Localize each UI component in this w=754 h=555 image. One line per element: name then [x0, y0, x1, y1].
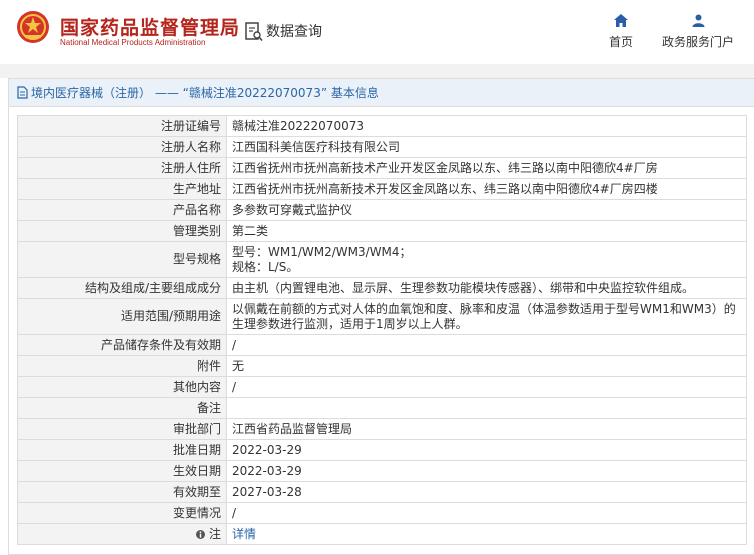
- user-icon: [692, 14, 704, 27]
- table-row: 注册人住所 江西省抚州市抚州高新技术产业开发区金凤路以东、纬三路以南中阳德欣4#…: [17, 157, 747, 179]
- row-label: 注册人名称: [17, 136, 227, 158]
- table-row: 其他内容 /: [17, 376, 747, 398]
- row-label: 型号规格: [17, 241, 227, 278]
- row-label: 注: [208, 526, 221, 541]
- table-row: 管理类别 第二类: [17, 220, 747, 242]
- table-row: 审批部门 江西省药品监督管理局: [17, 418, 747, 440]
- header-separator: [0, 64, 754, 78]
- row-label: 管理类别: [17, 220, 227, 242]
- info-icon: [196, 529, 206, 539]
- model-spec-line-2: 规格：L/S。: [232, 259, 299, 274]
- row-label: 批准日期: [17, 439, 227, 461]
- row-label: 其他内容: [17, 376, 227, 398]
- approval-department: 江西省药品监督管理局: [226, 418, 747, 440]
- table-row: 变更情况 /: [17, 502, 747, 524]
- row-label: 审批部门: [17, 418, 227, 440]
- model-spec-line-1: 型号：WM1/WM2/WM3/WM4；: [232, 244, 412, 259]
- table-row: 注册人名称 江西国科美信医疗科技有限公司: [17, 136, 747, 158]
- intended-use: 以佩戴在前额的方式对人体的血氧饱和度、脉率和皮温（体温参数适用于型号WM1和WM…: [226, 298, 747, 335]
- row-label: 有效期至: [17, 481, 227, 503]
- table-row: 批准日期 2022-03-29: [17, 439, 747, 461]
- table-row: 结构及组成/主要组成成分 由主机（内置锂电池、显示屏、生理参数功能模块传感器）、…: [17, 277, 747, 299]
- row-label: 备注: [17, 397, 227, 419]
- home-icon: [614, 14, 628, 27]
- management-category: 第二类: [226, 220, 747, 242]
- row-label: 适用范围/预期用途: [17, 298, 227, 335]
- attachments: 无: [226, 355, 747, 377]
- table-row: 产品储存条件及有效期 /: [17, 334, 747, 356]
- note-value-cell: 详情: [226, 523, 747, 545]
- change-status: /: [226, 502, 747, 524]
- details-link[interactable]: 详情: [232, 527, 256, 541]
- device-info-table: 注册证编号 赣械注准20222070073 注册人名称 江西国科美信医疗科技有限…: [17, 115, 747, 545]
- remarks: [226, 397, 747, 419]
- row-label: 结构及组成/主要组成成分: [17, 277, 227, 299]
- registrant-name: 江西国科美信医疗科技有限公司: [226, 136, 747, 158]
- table-row: 适用范围/预期用途 以佩戴在前额的方式对人体的血氧饱和度、脉率和皮温（体温参数适…: [17, 298, 747, 335]
- table-row: 附件 无: [17, 355, 747, 377]
- row-label: 产品储存条件及有效期: [17, 334, 227, 356]
- table-row: 备注: [17, 397, 747, 419]
- row-label: 生效日期: [17, 460, 227, 482]
- nav-home[interactable]: 首页: [602, 14, 640, 50]
- table-row: 有效期至 2027-03-28: [17, 481, 747, 503]
- page-title: 境内医疗器械（注册） —— “赣械注准20222070073” 基本信息: [31, 86, 379, 100]
- row-label: 产品名称: [17, 199, 227, 221]
- other-content: /: [226, 376, 747, 398]
- table-row: 产品名称 多参数可穿戴式监护仪: [17, 199, 747, 221]
- intended-use-line-2: 生理参数进行监测，适用于1周岁以上人群。: [232, 316, 468, 331]
- site-title-english: National Medical Products Administration: [60, 38, 206, 47]
- row-label: 注册证编号: [17, 115, 227, 137]
- nav-portal-label: 政务服务门户: [661, 35, 734, 49]
- effective-date: 2022-03-29: [226, 460, 747, 482]
- structure-composition: 由主机（内置锂电池、显示屏、生理参数功能模块传感器）、绑带和中央监控软件组成。: [226, 277, 747, 299]
- site-header: 国家药品监督管理局 National Medical Products Admi…: [0, 0, 754, 64]
- product-name: 多参数可穿戴式监护仪: [226, 199, 747, 221]
- expiry-date: 2027-03-28: [226, 481, 747, 503]
- registration-number: 赣械注准20222070073: [226, 115, 747, 137]
- panel-title-bar: 境内医疗器械（注册） —— “赣械注准20222070073” 基本信息: [9, 79, 754, 107]
- document-icon: [17, 86, 28, 99]
- national-emblem-icon: [17, 11, 49, 43]
- nav-service-portal[interactable]: 政务服务门户: [658, 14, 738, 50]
- table-row: 注册证编号 赣械注准20222070073: [17, 115, 747, 137]
- nav-home-label: 首页: [608, 35, 633, 49]
- detail-panel: 境内医疗器械（注册） —— “赣械注准20222070073” 基本信息 注册证…: [8, 78, 754, 555]
- intended-use-line-1: 以佩戴在前额的方式对人体的血氧饱和度、脉率和皮温（体温参数适用于型号WM1和WM…: [232, 301, 736, 316]
- row-label: 附件: [17, 355, 227, 377]
- section-title: 数据查询: [266, 24, 322, 40]
- site-title: 国家药品监督管理局: [60, 17, 241, 39]
- data-query-icon: [245, 22, 263, 42]
- model-spec: 型号：WM1/WM2/WM3/WM4； 规格：L/S。: [226, 241, 747, 278]
- note-label-cell: 注: [17, 523, 227, 545]
- table-row: 型号规格 型号：WM1/WM2/WM3/WM4； 规格：L/S。: [17, 241, 747, 278]
- table-row: 生产地址 江西省抚州市抚州高新技术开发区金凤路以东、纬三路以南中阳德欣4#厂房四…: [17, 178, 747, 200]
- approval-date: 2022-03-29: [226, 439, 747, 461]
- row-label: 注册人住所: [17, 157, 227, 179]
- table-row: 注 详情: [17, 523, 747, 545]
- table-row: 生效日期 2022-03-29: [17, 460, 747, 482]
- row-label: 变更情况: [17, 502, 227, 524]
- storage-validity: /: [226, 334, 747, 356]
- row-label: 生产地址: [17, 178, 227, 200]
- registrant-address: 江西省抚州市抚州高新技术产业开发区金凤路以东、纬三路以南中阳德欣4#厂房: [226, 157, 747, 179]
- production-address: 江西省抚州市抚州高新技术开发区金凤路以东、纬三路以南中阳德欣4#厂房四楼: [226, 178, 747, 200]
